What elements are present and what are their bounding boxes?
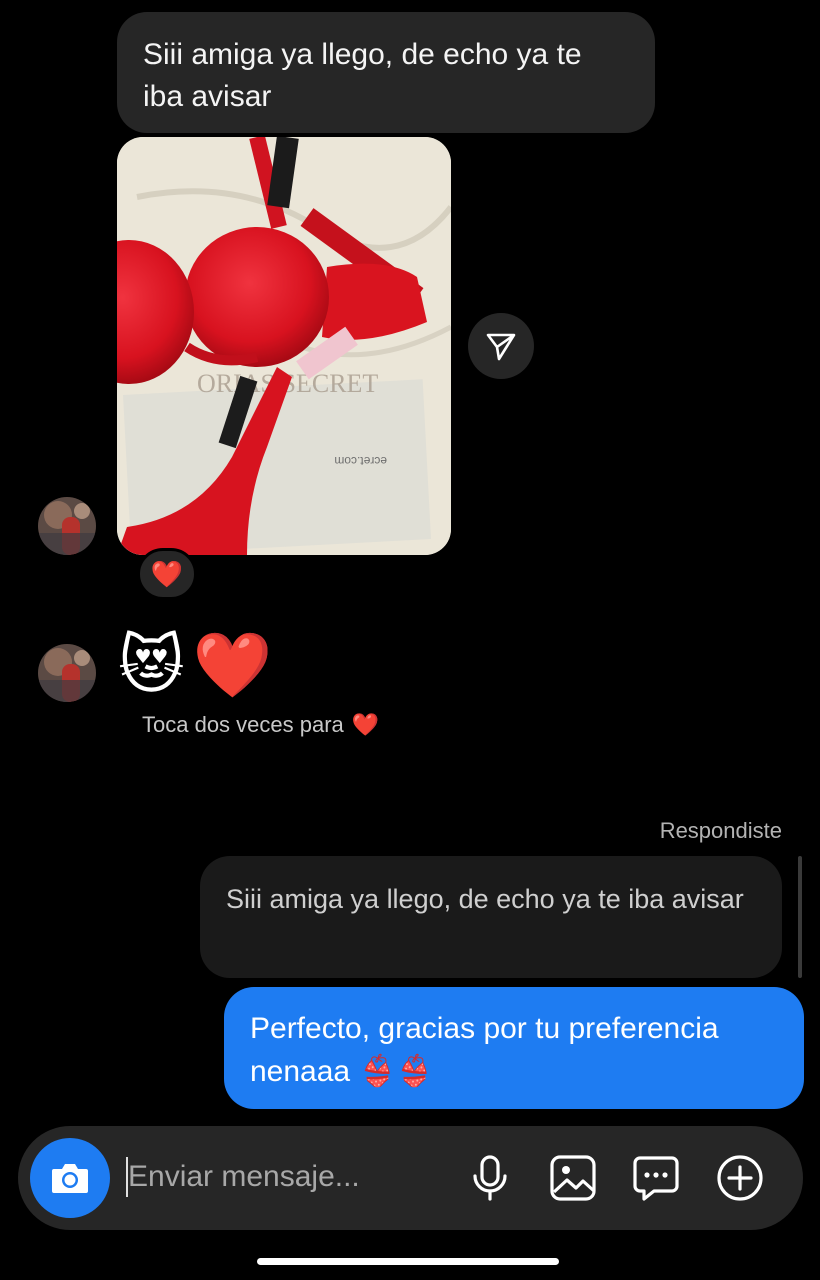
incoming-message-bubble[interactable]: Siii amiga ya llego, de echo ya te iba a… xyxy=(117,12,655,133)
quote-bar xyxy=(798,856,802,978)
avatar[interactable] xyxy=(38,497,96,555)
gallery-icon xyxy=(550,1155,596,1201)
replied-label: Respondiste xyxy=(659,818,782,843)
message-reaction[interactable]: ❤️ xyxy=(137,548,197,600)
sticker-button[interactable] xyxy=(626,1148,686,1208)
heart-icon[interactable]: ❤️ xyxy=(352,712,379,738)
more-options-button[interactable] xyxy=(710,1148,770,1208)
camera-icon xyxy=(52,1164,88,1193)
heart-icon: ❤️ xyxy=(150,559,184,589)
double-tap-hint: Toca dos veces para ❤️ xyxy=(142,712,379,738)
emoji-message[interactable]: 😻 ❤️ xyxy=(118,628,272,702)
camera-button[interactable] xyxy=(30,1138,110,1218)
home-indicator[interactable] xyxy=(257,1258,559,1265)
share-button[interactable] xyxy=(468,313,534,379)
microphone-icon xyxy=(473,1155,507,1201)
plus-icon xyxy=(717,1155,763,1201)
heart-eyes-cat-emoji: 😻 xyxy=(118,629,185,701)
svg-text:ecret.com: ecret.com xyxy=(334,454,387,468)
outgoing-message-bubble[interactable]: Perfecto, gracias por tu preferencia nen… xyxy=(224,987,804,1109)
avatar-image xyxy=(38,644,96,702)
message-input[interactable] xyxy=(128,1152,448,1202)
photo-image: ORIAS SECRET ecret.com xyxy=(117,137,451,555)
gallery-button[interactable] xyxy=(543,1148,603,1208)
photo-message[interactable]: ORIAS SECRET ecret.com xyxy=(117,137,451,555)
avatar-image xyxy=(38,497,96,555)
send-icon xyxy=(486,333,516,361)
double-tap-hint-text: Toca dos veces para xyxy=(142,712,344,737)
voice-message-button[interactable] xyxy=(460,1148,520,1208)
quoted-message[interactable]: Siii amiga ya llego, de echo ya te iba a… xyxy=(200,856,782,978)
red-heart-emoji: ❤️ xyxy=(192,629,273,701)
avatar[interactable] xyxy=(38,644,96,702)
sticker-icon xyxy=(633,1156,679,1201)
